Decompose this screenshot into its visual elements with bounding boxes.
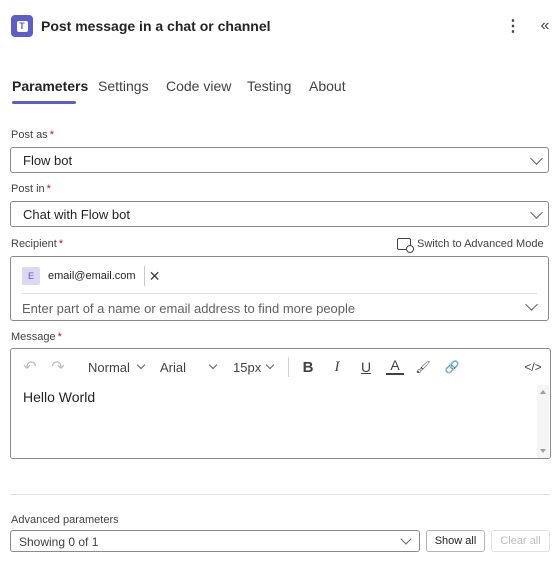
editor-toolbar: ↶ ↷ Normal Arial 15px B I U A 🖌 🔗 </> [11, 349, 550, 385]
switch-advanced-mode-button[interactable]: Switch to Advanced Mode [397, 236, 544, 253]
tab-parameters[interactable]: Parameters [12, 78, 88, 94]
close-icon[interactable]: ✕ [145, 266, 165, 286]
italic-icon[interactable]: I [328, 357, 346, 377]
recipient-search-input[interactable] [22, 299, 522, 317]
font-family-value: Arial [160, 359, 187, 375]
font-size-dropdown[interactable]: 15px [233, 357, 275, 377]
post-as-value: Flow bot [23, 153, 73, 168]
chevron-down-icon [208, 360, 218, 370]
link-icon[interactable]: 🔗 [442, 357, 462, 377]
redo-icon[interactable]: ↷ [49, 357, 67, 377]
recipient-divider [22, 293, 537, 294]
advanced-parameters-label: Advanced parameters [11, 514, 119, 526]
chevron-down-icon [530, 206, 543, 219]
chevron-down-icon [136, 360, 146, 370]
underline-icon[interactable]: U [357, 357, 375, 377]
teams-app-icon-letter: T [16, 20, 28, 32]
highlight-icon[interactable]: 🖌 [414, 357, 432, 377]
active-tab-indicator [12, 101, 76, 104]
message-label: Message * [11, 331, 62, 343]
recipient-chip: E email@email.com ✕ [22, 265, 174, 287]
tab-bar: Parameters Settings Code view Testing Ab… [0, 70, 558, 108]
post-in-dropdown[interactable]: Chat with Flow bot [10, 201, 549, 227]
section-divider [10, 494, 550, 495]
required-marker: * [57, 331, 62, 343]
avatar: E [22, 267, 40, 285]
font-family-dropdown[interactable]: Arial [160, 357, 218, 377]
recipient-label: Recipient * [11, 238, 63, 250]
font-size-value: 15px [233, 359, 262, 375]
chevron-down-icon [400, 533, 412, 545]
header: T Post message in a chat or channel ⋮ « [0, 0, 558, 52]
switch-advanced-mode-label: Switch to Advanced Mode [417, 238, 544, 250]
chevron-down-icon [265, 360, 275, 370]
recipient-picker: E email@email.com ✕ [10, 256, 549, 321]
code-view-icon[interactable]: </> [523, 357, 543, 377]
message-label-text: Message [11, 331, 56, 343]
advanced-parameters-dropdown[interactable]: Showing 0 of 1 [10, 530, 420, 552]
more-options-icon[interactable]: ⋮ [503, 15, 523, 37]
post-as-dropdown[interactable]: Flow bot [10, 147, 549, 173]
teams-app-icon: T [11, 15, 33, 37]
advanced-mode-icon [397, 238, 414, 253]
bold-icon[interactable]: B [299, 357, 317, 377]
chevron-down-icon[interactable] [525, 298, 538, 311]
message-editor: ↶ ↷ Normal Arial 15px B I U A 🖌 🔗 </> He… [10, 348, 551, 459]
chevron-down-icon [530, 152, 543, 165]
paragraph-style-value: Normal [88, 359, 130, 375]
undo-icon[interactable]: ↶ [21, 357, 39, 377]
clear-all-button[interactable]: Clear all [491, 530, 550, 552]
post-as-label-text: Post as [11, 129, 48, 141]
font-color-icon[interactable]: A [386, 357, 404, 375]
post-in-label: Post in * [11, 183, 51, 195]
required-marker: * [46, 183, 51, 195]
advanced-parameters-value: Showing 0 of 1 [19, 535, 99, 549]
post-in-value: Chat with Flow bot [23, 207, 130, 222]
tab-code-view[interactable]: Code view [166, 78, 231, 94]
collapse-panel-icon[interactable]: « [535, 15, 555, 37]
action-title: Post message in a chat or channel [41, 18, 271, 34]
tab-about[interactable]: About [309, 78, 346, 94]
post-as-label: Post as * [11, 129, 54, 141]
tab-settings[interactable]: Settings [98, 78, 149, 94]
paragraph-style-dropdown[interactable]: Normal [88, 357, 146, 377]
scroll-up-icon[interactable] [540, 390, 546, 394]
tab-testing[interactable]: Testing [247, 78, 291, 94]
required-marker: * [58, 238, 64, 250]
message-body[interactable]: Hello World [23, 389, 95, 405]
toolbar-separator [288, 357, 289, 377]
recipient-chip-email: email@email.com [48, 266, 145, 286]
editor-scrollbar[interactable] [537, 385, 549, 458]
recipient-label-text: Recipient [11, 238, 57, 250]
show-all-button[interactable]: Show all [426, 530, 485, 552]
required-marker: * [49, 129, 54, 141]
post-in-label-text: Post in [11, 183, 45, 195]
scroll-down-icon[interactable] [540, 449, 546, 453]
